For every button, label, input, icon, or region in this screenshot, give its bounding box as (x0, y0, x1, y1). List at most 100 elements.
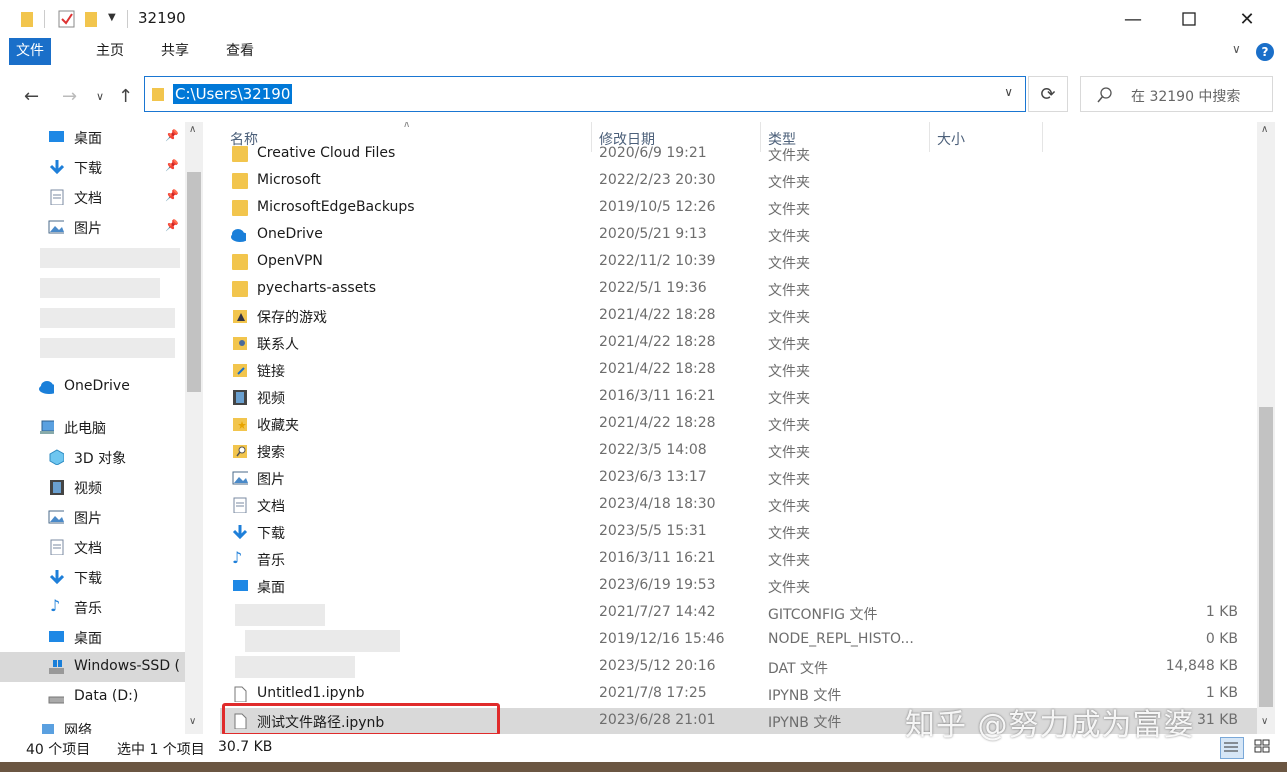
file-explorer-window: ▼ 32190 — ✕ 文件 主页 共享 查看 ∨ ? ← → ∨ ↑ C:\U… (0, 0, 1287, 762)
sort-ascending-icon: ∧ (403, 122, 411, 130)
sidebar-item-3d-objects[interactable]: 3D 对象 (0, 442, 185, 472)
sidebar-item-pictures-pc[interactable]: 图片 (0, 502, 185, 532)
ribbon-expand-icon[interactable]: ∨ (1232, 42, 1241, 56)
pin-icon: 📌 (165, 219, 179, 232)
scroll-down-icon[interactable]: ∨ (1261, 716, 1268, 727)
tab-home[interactable]: 主页 (82, 38, 138, 65)
table-row[interactable]: 联系人 2021/4/22 18:28 文件夹 (220, 330, 1260, 357)
sidebar-item-network[interactable]: 网络 (0, 720, 185, 734)
table-row[interactable]: 2021/7/27 14:42 GITCONFIG 文件 1 KB (220, 600, 1260, 627)
back-button[interactable]: ← (24, 86, 39, 107)
tab-view[interactable]: 查看 (212, 38, 268, 65)
sidebar-item-desktop[interactable]: 桌面 📌 (0, 122, 185, 152)
picture-icon (48, 510, 64, 524)
sidebar-item-documents-pc[interactable]: 文档 (0, 532, 185, 562)
close-button[interactable]: ✕ (1218, 0, 1276, 38)
forward-arrow-icon: → (62, 86, 78, 107)
desktop-background (0, 762, 1287, 772)
table-row[interactable]: 文档 2023/4/18 18:30 文件夹 (220, 492, 1260, 519)
large-icons-view-icon (1254, 739, 1270, 753)
forward-button[interactable]: → (62, 86, 77, 107)
table-row[interactable]: Microsoft 2022/2/23 20:30 文件夹 (220, 168, 1260, 195)
sidebar-item-onedrive[interactable]: OneDrive (0, 372, 185, 402)
table-row[interactable]: MicrosoftEdgeBackups 2019/10/5 12:26 文件夹 (220, 195, 1260, 222)
up-button[interactable]: ↑ (118, 86, 133, 107)
table-row[interactable]: Creative Cloud Files 2020/6/9 19:21 文件夹 (220, 141, 1260, 168)
table-row[interactable]: 桌面 2023/6/19 19:53 文件夹 (220, 573, 1260, 600)
sidebar-scrollbar[interactable]: ∧ ∨ (185, 122, 203, 734)
scroll-up-icon[interactable]: ∧ (189, 124, 196, 135)
scroll-down-icon[interactable]: ∨ (189, 716, 196, 727)
address-bar[interactable]: C:\Users\32190 ∨ (144, 76, 1026, 112)
sidebar-item-downloads[interactable]: 下载 📌 (0, 152, 185, 182)
table-row[interactable]: ♪ 音乐 2016/3/11 16:21 文件夹 (220, 546, 1260, 573)
sidebar-item-windows-ssd[interactable]: Windows-SSD ( (0, 652, 185, 682)
onedrive-icon (231, 229, 246, 242)
minimize-button[interactable]: — (1104, 0, 1162, 38)
refresh-button[interactable]: ⟳ (1028, 76, 1068, 112)
table-row[interactable]: OneDrive 2020/5/21 9:13 文件夹 (220, 222, 1260, 249)
up-arrow-icon: ↑ (118, 86, 134, 107)
selection-count: 选中 1 个项目 (117, 742, 205, 758)
item-count: 40 个项目 (26, 742, 91, 758)
sidebar-item-this-pc[interactable]: 此电脑 (0, 412, 185, 442)
table-row[interactable]: 收藏夹 2021/4/22 18:28 文件夹 (220, 411, 1260, 438)
tab-file[interactable]: 文件 (9, 38, 51, 65)
chevron-down-icon[interactable]: ∨ (1004, 85, 1013, 99)
details-view-button[interactable] (1220, 737, 1244, 759)
document-icon (50, 189, 64, 205)
sidebar-item-documents[interactable]: 文档 📌 (0, 182, 185, 212)
close-icon: ✕ (1239, 8, 1255, 30)
document-icon (50, 539, 64, 555)
sidebar-item-data-drive[interactable]: Data (D:) (0, 682, 185, 712)
table-row[interactable]: 搜索 2022/3/5 14:08 文件夹 (220, 438, 1260, 465)
sidebar-item-videos[interactable]: 视频 (0, 472, 185, 502)
ribbon: 文件 主页 共享 查看 ∨ ? (0, 38, 1287, 68)
sidebar-item-pictures[interactable]: 图片 📌 (0, 212, 185, 242)
sidebar-item-downloads-pc[interactable]: 下载 (0, 562, 185, 592)
table-row[interactable]: 2019/12/16 15:46 NODE_REPL_HISTO... 0 KB (220, 627, 1260, 654)
large-icons-view-button[interactable] (1252, 737, 1274, 757)
table-row[interactable]: 2023/5/12 20:16 DAT 文件 14,848 KB (220, 654, 1260, 681)
sidebar-item-desktop-pc[interactable]: 桌面 (0, 622, 185, 652)
recent-locations-button[interactable]: ∨ (96, 90, 104, 103)
file-list-pane: ∧ 名称 修改日期 类型 大小 Creative Cloud Files 202… (205, 122, 1287, 734)
scroll-up-icon[interactable]: ∧ (1261, 124, 1268, 135)
windows-drive-icon (49, 660, 64, 674)
file-list-scroll-thumb[interactable] (1259, 407, 1273, 707)
table-row[interactable]: 图片 2023/6/3 13:17 文件夹 (220, 465, 1260, 492)
maximize-button[interactable] (1160, 0, 1218, 38)
help-icon[interactable]: ? (1256, 43, 1274, 61)
pin-icon: 📌 (165, 159, 179, 172)
refresh-icon: ⟳ (1040, 83, 1056, 105)
back-arrow-icon: ← (24, 86, 40, 107)
selection-size: 30.7 KB (218, 739, 273, 755)
sidebar-scroll-thumb[interactable] (187, 172, 201, 392)
properties-icon[interactable] (58, 9, 76, 29)
music-icon: ♪ (232, 548, 243, 567)
desktop-icon (49, 631, 64, 642)
navigation-bar: ← → ∨ ↑ C:\Users\32190 ∨ ⟳ 在 32190 中搜索 (0, 68, 1287, 122)
chevron-down-icon[interactable]: ▼ (108, 12, 116, 32)
new-folder-icon[interactable] (84, 9, 98, 29)
table-row[interactable]: 链接 2021/4/22 18:28 文件夹 (220, 357, 1260, 384)
file-list-scrollbar[interactable]: ∧ ∨ (1257, 122, 1275, 734)
sidebar-item-music[interactable]: ♪ 音乐 (0, 592, 185, 622)
folder-icon (21, 12, 33, 27)
file-icon (234, 686, 247, 702)
pin-icon: 📌 (165, 129, 179, 142)
table-row[interactable]: OpenVPN 2022/11/2 10:39 文件夹 (220, 249, 1260, 276)
onedrive-icon (39, 381, 54, 394)
download-icon (49, 570, 64, 585)
address-path[interactable]: C:\Users\32190 (173, 84, 293, 104)
table-row[interactable]: 下载 2023/5/5 15:31 文件夹 (220, 519, 1260, 546)
table-row[interactable]: pyecharts-assets 2022/5/1 19:36 文件夹 (220, 276, 1260, 303)
table-row[interactable]: 视频 2016/3/11 16:21 文件夹 (220, 384, 1260, 411)
picture-icon (48, 220, 64, 234)
saved-games-icon (233, 310, 247, 323)
table-row[interactable]: 保存的游戏 2021/4/22 18:28 文件夹 (220, 303, 1260, 330)
search-input[interactable]: 在 32190 中搜索 (1080, 76, 1273, 112)
document-icon (233, 497, 247, 513)
favorites-icon (233, 418, 247, 431)
tab-share[interactable]: 共享 (147, 38, 203, 65)
